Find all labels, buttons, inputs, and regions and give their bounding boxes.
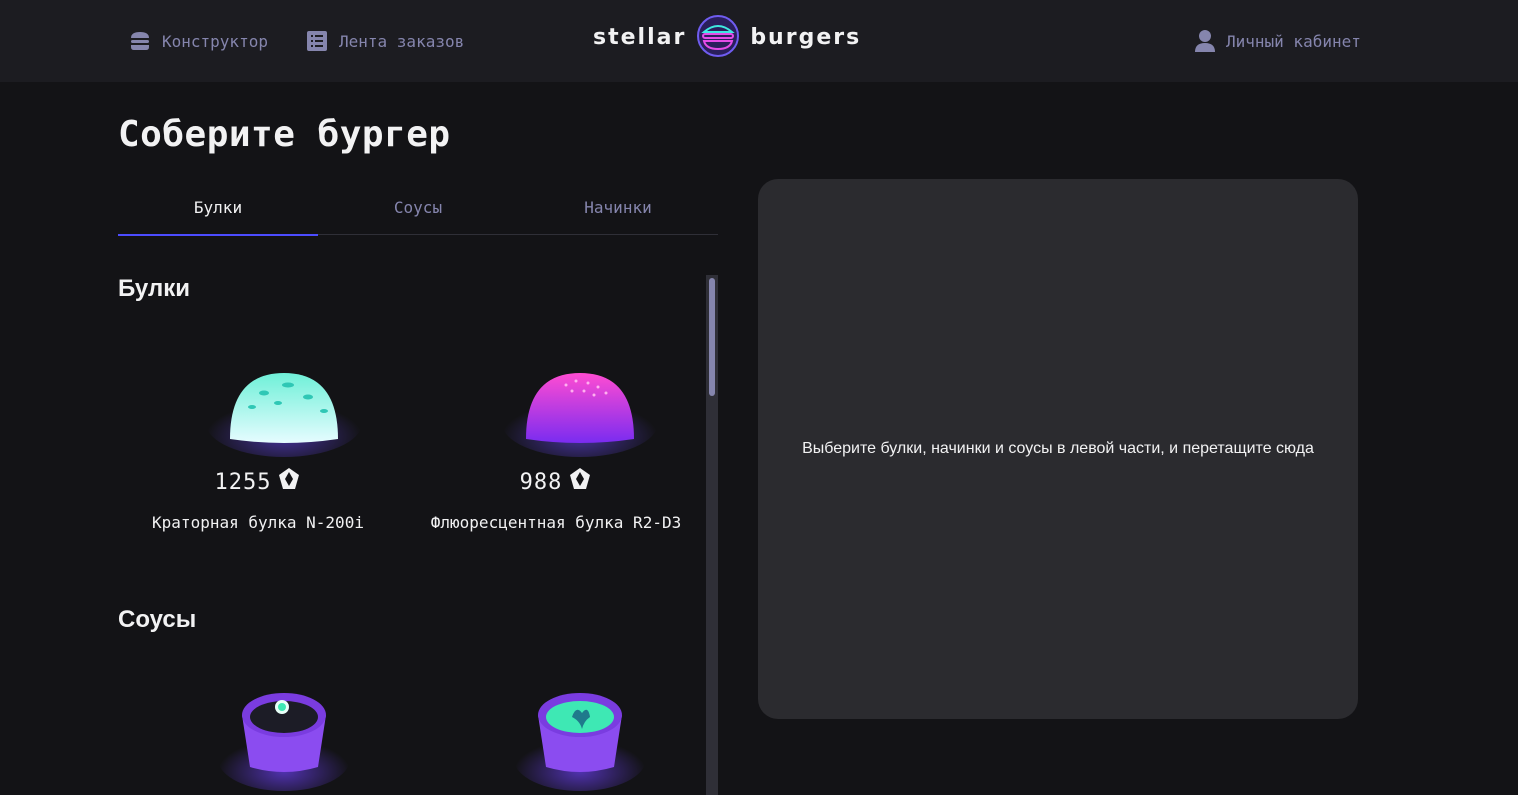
burger-constructor-dropzone[interactable]: Выберите булки, начинки и соусы в левой … [758,179,1358,719]
logo-burger-icon [696,14,740,63]
price: 1255 [122,467,394,497]
bun-image [502,373,658,457]
nav-constructor[interactable]: Конструктор [128,0,268,82]
ingredients-scrollbar[interactable] [706,275,718,795]
logo-text-right: burgers [750,25,862,50]
sauce-image [218,693,350,791]
price: 988 [420,467,692,497]
section-title-sauces: Соусы [118,606,197,633]
ingredients-list[interactable]: Булки 1255 Краторная булка N-200i 988 Фл… [118,275,718,795]
ingredient-card[interactable]: 1255 Краторная булка N-200i [122,341,394,532]
tab-buns[interactable]: Булки [118,180,318,236]
nav-constructor-label: Конструктор [162,31,268,51]
list-icon [305,29,329,53]
price-value: 988 [519,469,563,495]
nav-order-feed-label: Лента заказов [339,31,465,51]
burger-icon [128,29,152,53]
logo[interactable]: stellar burgers [593,14,861,62]
ingredient-card[interactable]: 988 Флюоресцентная булка R2-D3 [420,341,692,532]
section-title-buns: Булки [118,275,190,302]
ingredient-name: Краторная булка N-200i [152,513,364,532]
page-title: Соберите бургер [118,114,451,155]
bun-image [206,373,362,457]
ingredient-name: Флюоресцентная булка R2-D3 [430,513,682,532]
nav-profile[interactable]: Личный кабинет [1194,0,1361,82]
nav-order-feed[interactable]: Лента заказов [305,0,464,82]
sauce-image [514,693,646,791]
scrollbar-thumb[interactable] [709,278,715,396]
app-header: Конструктор Лента заказов stellar burger… [0,0,1518,82]
ingredient-card[interactable] [122,673,394,793]
ingredient-tabs: Булки Соусы Начинки [118,180,718,236]
logo-text-left: stellar [593,25,687,50]
tab-sauces[interactable]: Соусы [318,180,518,235]
currency-icon [568,467,592,497]
price-value: 1255 [214,469,272,495]
profile-icon [1194,29,1216,53]
tab-fillings[interactable]: Начинки [518,180,718,235]
nav-profile-label: Личный кабинет [1226,31,1361,51]
constructor-placeholder: Выберите булки, начинки и соусы в левой … [802,440,1314,457]
ingredient-card[interactable] [420,673,692,793]
currency-icon [277,467,301,497]
